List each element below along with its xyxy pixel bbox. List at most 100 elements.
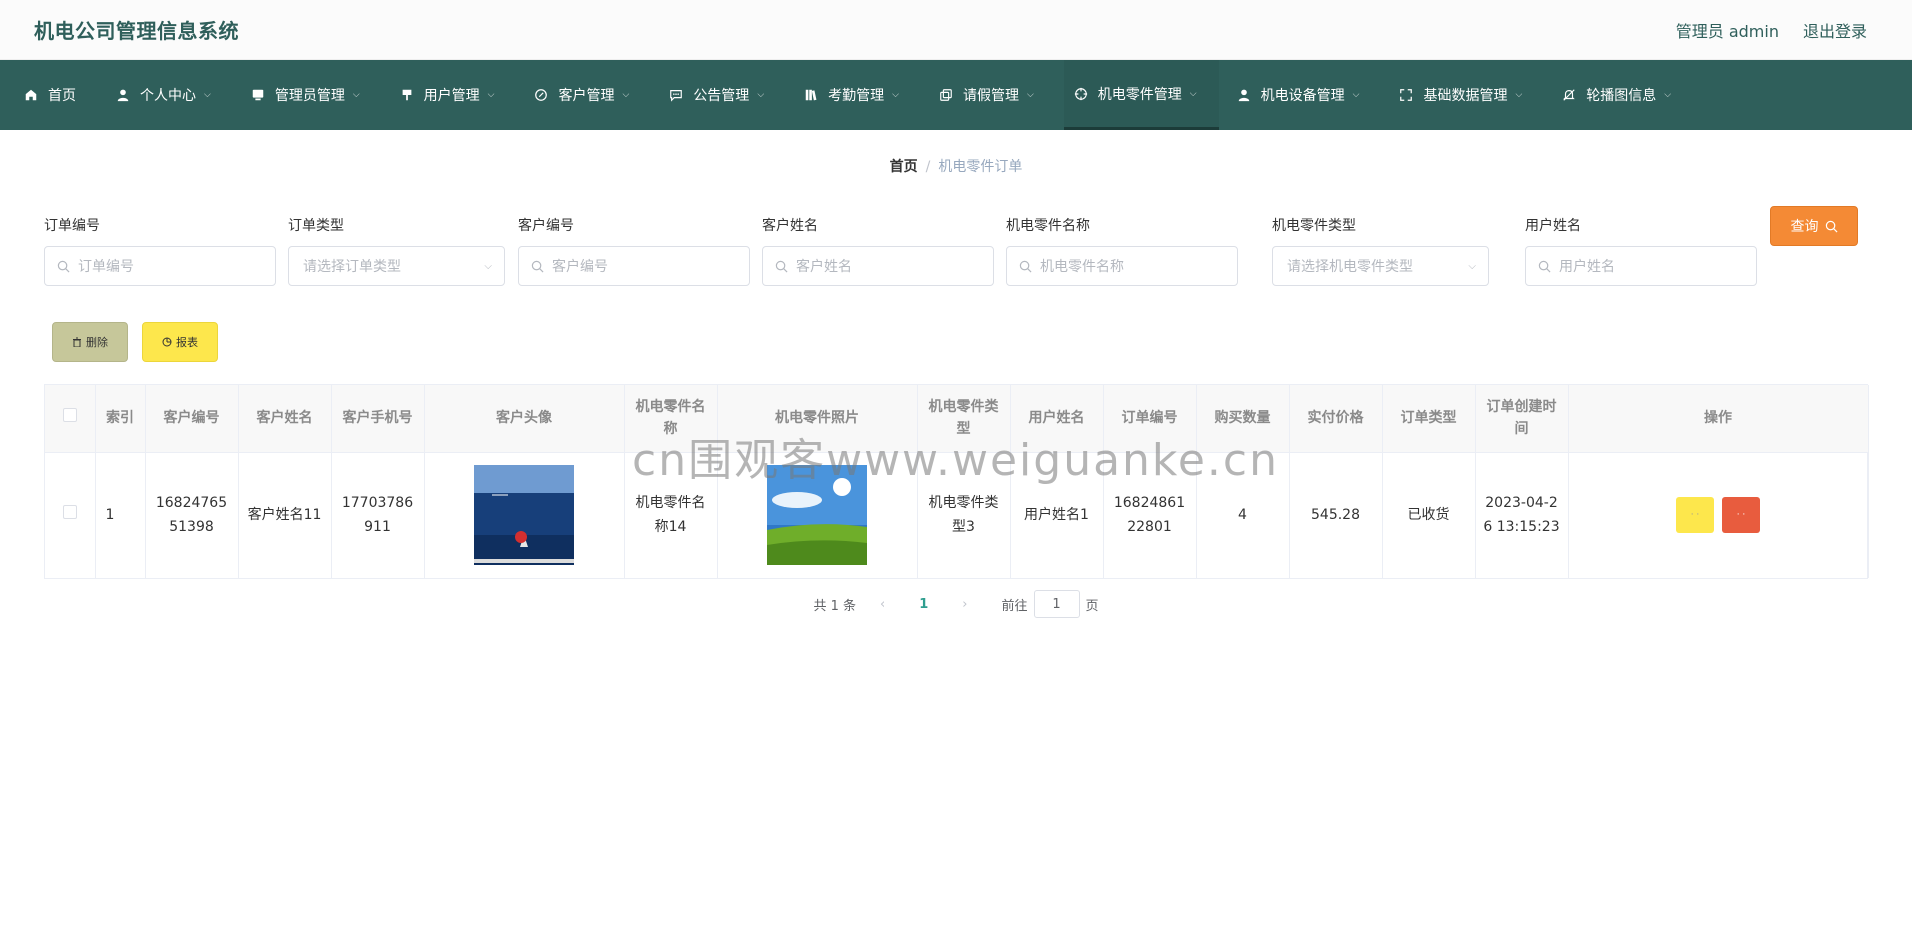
filter-part-type: 机电零件类型 请选择机电零件类型 ⌵: [1272, 216, 1489, 286]
nav-label: 管理员管理: [274, 88, 345, 104]
filter-label: 订单编号: [44, 218, 100, 234]
cell-index: 1: [95, 452, 146, 578]
cell-customer-no: 1682476551398: [145, 452, 239, 578]
goto-label: 前往: [1001, 598, 1028, 614]
filter-customer-no: 客户编号 客户编号: [518, 216, 750, 286]
chevron-down-icon: ⌵: [1664, 90, 1672, 100]
column-header: 操作: [1568, 385, 1869, 453]
nav-item-customers[interactable]: 客户管理 ⌵: [524, 60, 651, 130]
filter-label: 用户姓名: [1525, 218, 1581, 234]
report-button[interactable]: 报表: [142, 322, 218, 362]
orders-table: 索引 客户编号 客户姓名 客户手机号 客户头像 机电零件名称 机电零件照片 机电…: [44, 384, 1869, 579]
query-button[interactable]: 查询: [1770, 206, 1858, 246]
chevron-down-icon: ⌵: [1189, 88, 1197, 99]
column-header: 客户编号: [145, 385, 239, 453]
compass-icon: [534, 88, 548, 102]
current-user-label[interactable]: 管理员 admin: [1676, 18, 1779, 42]
cell-user-name: 用户姓名1: [1010, 452, 1104, 578]
nav-item-personal[interactable]: 个人中心 ⌵: [106, 60, 233, 130]
aim-icon: [1074, 87, 1088, 101]
column-header: 机电零件照片: [717, 385, 918, 453]
cell-price: 545.28: [1289, 452, 1383, 578]
filter-user-name: 用户姓名 用户姓名: [1525, 216, 1757, 286]
prev-page-button[interactable]: ‹: [870, 597, 895, 612]
row-checkbox[interactable]: [45, 452, 96, 578]
logout-link[interactable]: 退出登录: [1803, 18, 1867, 42]
column-header: 订单编号: [1103, 385, 1197, 453]
order-no-input[interactable]: 订单编号: [44, 246, 276, 286]
filter-order-type: 订单类型 请选择订单类型 ⌵: [288, 216, 505, 286]
select-all-checkbox[interactable]: [45, 385, 96, 453]
breadcrumb: 首页 / 机电零件订单: [0, 156, 1912, 176]
query-label: 查询: [1790, 219, 1819, 235]
search-filters: 订单编号 订单编号 订单类型 请选择订单类型 ⌵ 客户编号 客户编号 客户姓名 客…: [0, 206, 1912, 336]
book-icon: [804, 88, 818, 102]
nav-item-parts[interactable]: 机电零件管理 ⌵: [1063, 60, 1219, 130]
page-suffix: 页: [1085, 598, 1099, 614]
nav-item-equipment[interactable]: 机电设备管理 ⌵: [1227, 60, 1382, 130]
top-bar: 机电公司管理信息系统 管理员 admin 退出登录: [0, 0, 1912, 60]
filter-label: 机电零件名称: [1006, 218, 1090, 234]
chevron-down-icon: ⌵: [757, 90, 765, 100]
nav-label: 首页: [48, 88, 76, 104]
filter-customer-name: 客户姓名 客户姓名: [762, 216, 994, 286]
placeholder: 请选择订单类型: [303, 259, 401, 275]
nav-label: 轮播图信息: [1586, 88, 1657, 104]
bell-off-icon: [1562, 88, 1576, 102]
user-name-input[interactable]: 用户姓名: [1525, 246, 1757, 286]
cell-phone: 17703786911: [331, 452, 425, 578]
cell-part-type: 机电零件类型3: [917, 452, 1011, 578]
nav-label: 基础数据管理: [1423, 88, 1508, 104]
nav-item-users[interactable]: 用户管理 ⌵: [390, 60, 517, 130]
delete-label: 删除: [86, 336, 108, 349]
column-header: 机电零件类型: [917, 385, 1011, 453]
bulk-actions: 删除 报表: [52, 322, 218, 362]
chevron-down-icon: ⌵: [484, 260, 492, 272]
cell-part-photo: [717, 452, 918, 578]
customer-name-input[interactable]: 客户姓名: [762, 246, 994, 286]
nav-item-basic-data[interactable]: 基础数据管理 ⌵: [1389, 60, 1544, 130]
column-header: 客户姓名: [238, 385, 332, 453]
breadcrumb-separator: /: [925, 159, 931, 175]
goto-page-input[interactable]: [1033, 590, 1080, 618]
customer-no-input[interactable]: 客户编号: [518, 246, 750, 286]
filter-label: 客户编号: [518, 218, 574, 234]
nav-item-admin[interactable]: 管理员管理 ⌵: [241, 60, 382, 130]
search-icon: [1825, 220, 1837, 232]
cell-customer-name: 客户姓名11: [238, 452, 332, 578]
part-photo-image[interactable]: [767, 465, 867, 566]
filter-label: 客户姓名: [762, 218, 818, 234]
delete-button[interactable]: 删除: [52, 322, 128, 362]
nav-item-leave[interactable]: 请假管理 ⌵: [929, 60, 1056, 130]
cell-customer-avatar: [424, 452, 625, 578]
filter-part-name: 机电零件名称 机电零件名称: [1006, 216, 1238, 286]
nav-item-carousel[interactable]: 轮播图信息 ⌵: [1552, 60, 1693, 130]
chevron-down-icon: ⌵: [1026, 90, 1034, 100]
page-number[interactable]: 1: [909, 597, 938, 612]
nav-item-notices[interactable]: 公告管理 ⌵: [659, 60, 786, 130]
breadcrumb-home[interactable]: 首页: [890, 159, 918, 175]
main-nav: 首页 个人中心 ⌵ 管理员管理 ⌵ 用户管理 ⌵ 客户管理 ⌵ 公告管理 ⌵ 考勤管理 ⌵ …: [0, 60, 1912, 130]
chevron-down-icon: ⌵: [487, 90, 495, 100]
trash-icon: [73, 337, 81, 347]
nav-item-attendance[interactable]: 考勤管理 ⌵: [794, 60, 921, 130]
row-delete-button[interactable]: · ·: [1722, 497, 1760, 534]
customer-avatar-image[interactable]: [474, 465, 574, 566]
part-name-input[interactable]: 机电零件名称: [1006, 246, 1238, 286]
chevron-down-icon: ⌵: [622, 90, 630, 100]
column-header: 订单类型: [1382, 385, 1476, 453]
order-type-select[interactable]: 请选择订单类型 ⌵: [288, 246, 505, 286]
chevron-down-icon: ⌵: [1515, 90, 1523, 100]
home-icon: [24, 88, 38, 102]
search-icon: [1538, 260, 1551, 272]
nav-label: 个人中心: [140, 88, 196, 104]
table-header-row: 索引 客户编号 客户姓名 客户手机号 客户头像 机电零件名称 机电零件照片 机电…: [45, 385, 1869, 453]
table-row: 1 1682476551398 客户姓名11 17703786911 机电零件名…: [45, 452, 1869, 578]
edit-button[interactable]: · ·: [1676, 497, 1714, 534]
next-page-button[interactable]: ›: [952, 597, 977, 612]
nav-item-home[interactable]: 首页: [14, 60, 98, 130]
app-title: 机电公司管理信息系统: [34, 19, 239, 43]
copy-icon: [939, 88, 953, 102]
chevron-down-icon: ⌵: [1468, 260, 1476, 272]
part-type-select[interactable]: 请选择机电零件类型 ⌵: [1272, 246, 1489, 286]
